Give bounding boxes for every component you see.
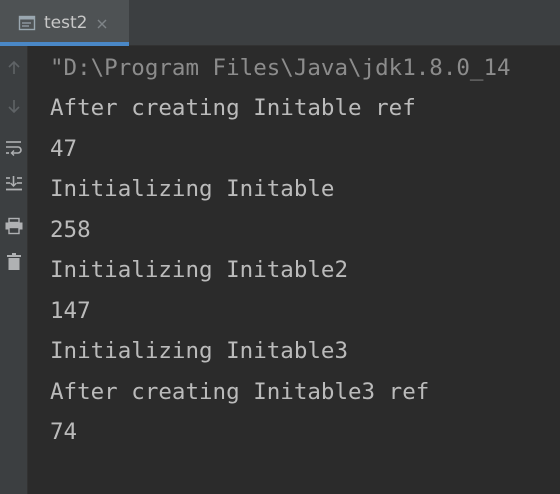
console-line: After creating Initable3 ref	[50, 379, 430, 405]
console-line: After creating Initable ref	[50, 95, 416, 121]
arrow-up-icon[interactable]	[0, 54, 28, 82]
tab-label: test2	[44, 13, 88, 33]
console-toolbar	[0, 46, 28, 494]
console-line-command: "D:\Program Files\Java\jdk1.8.0_14	[50, 55, 511, 81]
console-output[interactable]: "D:\Program Files\Java\jdk1.8.0_14 After…	[28, 46, 560, 494]
soft-wrap-icon[interactable]	[0, 134, 28, 162]
trash-icon[interactable]	[0, 248, 28, 276]
tab-test2[interactable]: test2	[0, 0, 129, 46]
console-line: Initializing Initable	[50, 176, 335, 202]
close-icon[interactable]	[95, 16, 109, 30]
console-line: Initializing Initable2	[50, 257, 349, 283]
console-line: Initializing Initable3	[50, 338, 349, 364]
run-window: test2 "D:\Program Files\Java\jdk1.8.0_14…	[0, 0, 560, 494]
console-line: 147	[50, 298, 91, 324]
console-icon	[18, 14, 36, 32]
console-line: 258	[50, 217, 91, 243]
tab-bar: test2	[0, 0, 560, 46]
console-line: 74	[50, 419, 78, 445]
arrow-down-icon[interactable]	[0, 92, 28, 120]
scroll-to-end-icon[interactable]	[0, 170, 28, 198]
print-icon[interactable]	[0, 212, 28, 240]
console-line: 47	[50, 136, 78, 162]
